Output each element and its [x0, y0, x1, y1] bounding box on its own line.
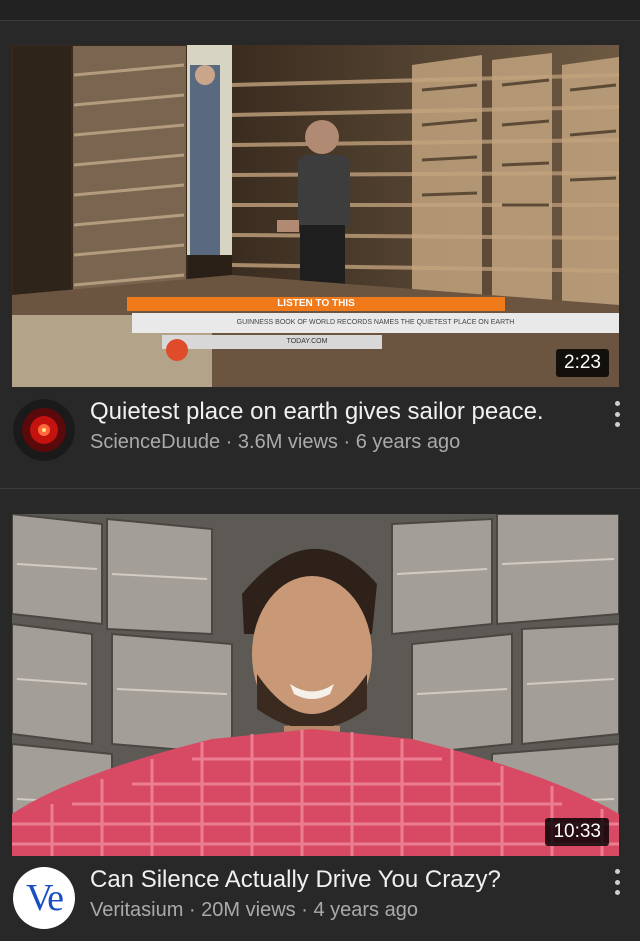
duration-badge: 10:33	[545, 818, 609, 846]
veritasium-logo-text: Ve	[25, 877, 64, 919]
meta-separator: ·	[301, 899, 308, 921]
channel-name[interactable]: ScienceDuude	[90, 431, 220, 453]
thumbnail-banner-bottom: GUINNESS BOOK OF WORLD RECORDS NAMES THE…	[236, 319, 515, 326]
video-card[interactable]: LISTEN TO THIS GUINNESS BOOK OF WORLD RE…	[0, 21, 640, 488]
video-meta: Ve Can Silence Actually Drive You Crazy?…	[0, 861, 640, 941]
video-title[interactable]: Can Silence Actually Drive You Crazy?	[90, 865, 590, 895]
meta-separator: ·	[343, 431, 351, 453]
duration-badge: 2:23	[556, 349, 609, 377]
top-divider	[0, 0, 640, 21]
video-meta: Quietest place on earth gives sailor pea…	[0, 393, 640, 473]
thumbnail-network-label: TODAY.COM	[286, 338, 328, 345]
hal-red-eye-icon	[13, 399, 75, 461]
channel-name[interactable]: Veritasium	[90, 899, 183, 921]
view-count: 20M views	[201, 899, 296, 921]
channel-avatar[interactable]	[13, 399, 75, 461]
more-options-icon[interactable]	[606, 397, 628, 431]
upload-age: 4 years ago	[313, 899, 418, 921]
video-subline: ScienceDuude · 3.6M views · 6 years ago	[90, 431, 590, 454]
channel-avatar[interactable]: Ve	[13, 867, 75, 929]
view-count: 3.6M views	[237, 431, 338, 453]
upload-age: 6 years ago	[355, 431, 461, 453]
video-card[interactable]: 10:33 Ve Can Silence Actually Drive You …	[0, 489, 640, 929]
video-subline: Veritasium · 20M views · 4 years ago	[90, 899, 590, 922]
video-thumbnail[interactable]: LISTEN TO THIS GUINNESS BOOK OF WORLD RE…	[12, 45, 619, 387]
more-options-icon[interactable]	[606, 865, 628, 899]
video-title[interactable]: Quietest place on earth gives sailor pea…	[90, 397, 590, 427]
video-thumbnail[interactable]: 10:33	[12, 514, 619, 856]
thumbnail-banner-top: LISTEN TO THIS	[277, 298, 355, 309]
meta-separator: ·	[225, 431, 233, 453]
meta-separator: ·	[188, 899, 196, 921]
thumbnail-anechoic-chamber-image	[12, 514, 619, 856]
